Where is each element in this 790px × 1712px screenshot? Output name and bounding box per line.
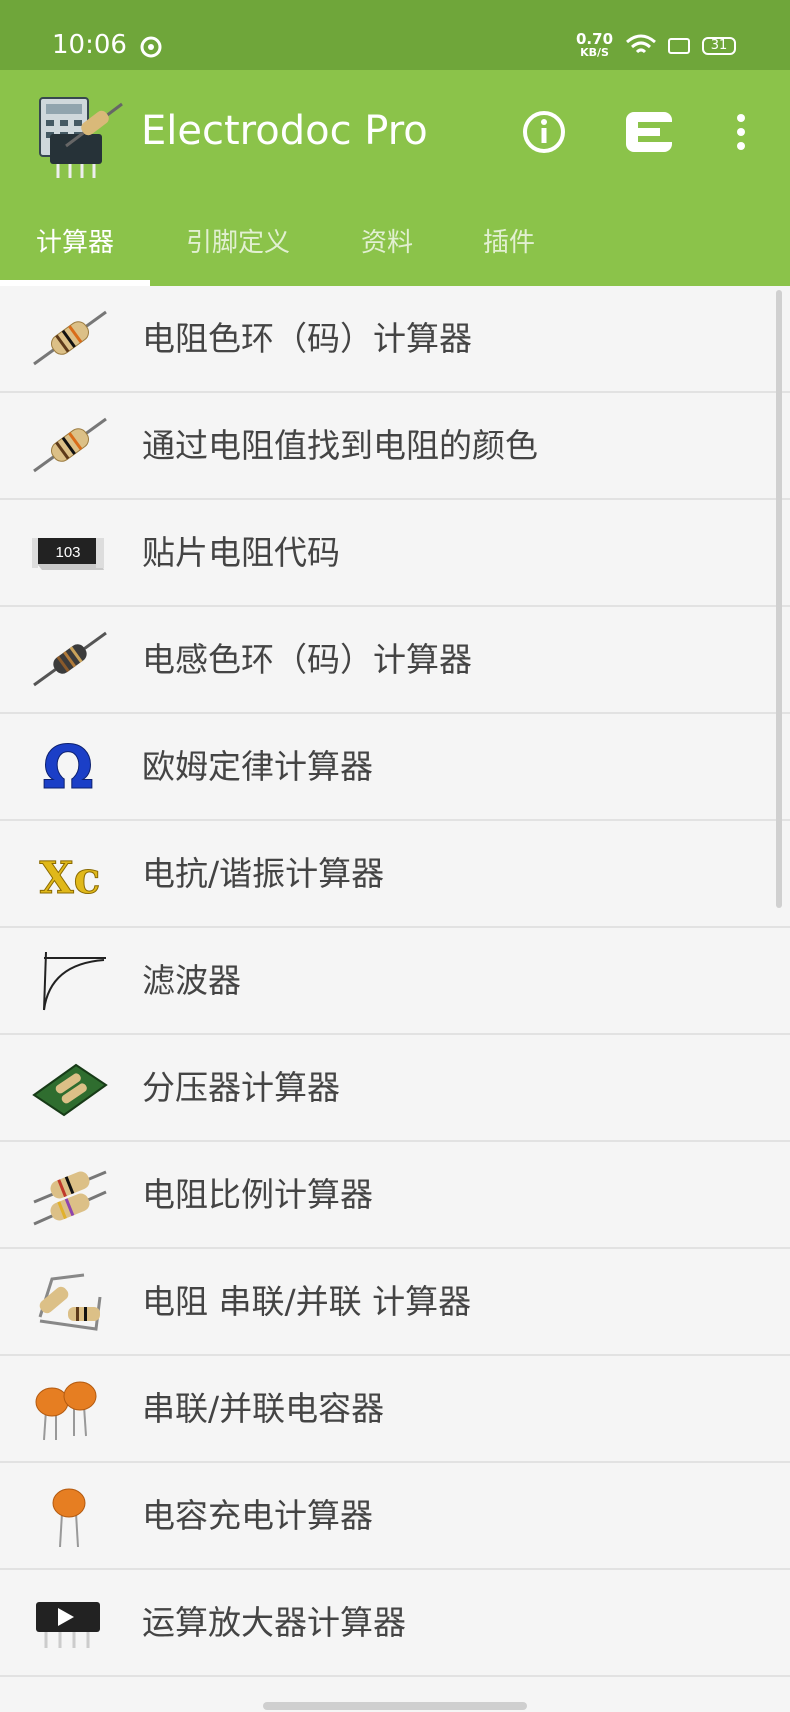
voltage-divider-board-icon	[32, 1063, 108, 1117]
app-title: Electrodoc Pro	[141, 108, 428, 154]
inductor-icon	[33, 631, 107, 687]
gesture-navigation-handle[interactable]	[263, 1702, 527, 1710]
app-bar: Electrodoc Pro 计算器 引脚定义 资料 插件	[0, 70, 790, 286]
list-item-label: 电阻比例计算器	[142, 1175, 373, 1214]
calculator-list: 电阻色环（码）计算器 通过电阻值找到电阻的颜色 103 贴片电阻代码 电感色环（…	[0, 286, 790, 1677]
info-button[interactable]	[520, 108, 568, 156]
tab-plugins[interactable]: 插件	[483, 222, 535, 259]
network-speed-value: 0.70	[576, 30, 614, 48]
resistor-network-icon	[38, 1273, 102, 1331]
ohm-symbol: Ω	[42, 734, 93, 798]
status-bar: 10:06 0.70 KB/S 31	[0, 0, 790, 70]
list-item-label: 贴片电阻代码	[142, 533, 340, 572]
tab-pinouts[interactable]: 引脚定义	[186, 222, 290, 259]
list-item-label: 通过电阻值找到电阻的颜色	[142, 426, 538, 465]
list-item-smd-resistor-code[interactable]: 103 贴片电阻代码	[0, 500, 790, 607]
resistor-icon	[33, 417, 107, 473]
list-item-resistor-series-parallel[interactable]: 电阻 串联/并联 计算器	[0, 1249, 790, 1356]
filter-curve-icon	[43, 951, 106, 1011]
signal-swirl-icon	[140, 36, 162, 58]
list-item-capacitor-series-parallel[interactable]: 串联/并联电容器	[0, 1356, 790, 1463]
network-speed-unit: KB/S	[580, 46, 609, 59]
list-item-capacitor-charge[interactable]: 电容充电计算器	[0, 1463, 790, 1570]
list-item-label: 串联/并联电容器	[142, 1389, 385, 1428]
list-item-inductor-color-code[interactable]: 电感色环（码）计算器	[0, 607, 790, 714]
wifi-icon	[626, 34, 656, 54]
list-item-label: 电感色环（码）计算器	[142, 640, 472, 679]
list-item-label: 运算放大器计算器	[142, 1603, 406, 1642]
list-item-reactance-resonance[interactable]: Xc 电抗/谐振计算器	[0, 821, 790, 928]
list-item-label: 欧姆定律计算器	[142, 747, 373, 786]
resistor-icon	[33, 310, 107, 366]
list-item-label: 分压器计算器	[142, 1068, 340, 1107]
list-item-filter[interactable]: 滤波器	[0, 928, 790, 1035]
list-item-resistor-value-to-color[interactable]: 通过电阻值找到电阻的颜色	[0, 393, 790, 500]
sim-card-icon	[668, 38, 690, 54]
list-item-resistor-color-code[interactable]: 电阻色环（码）计算器	[0, 286, 790, 393]
more-options-icon[interactable]	[725, 108, 757, 156]
capacitor-icon	[52, 1488, 86, 1547]
list-item-label: 滤波器	[142, 961, 241, 1000]
list-item-resistor-ratio[interactable]: 电阻比例计算器	[0, 1142, 790, 1249]
ohm-icon: Ω	[42, 734, 94, 798]
list-item-label: 电容充电计算器	[142, 1496, 373, 1535]
capacitor-pair-icon	[35, 1381, 97, 1440]
plugin-icon[interactable]	[624, 108, 676, 156]
tab-resources[interactable]: 资料	[361, 222, 413, 259]
app-logo-icon	[39, 97, 123, 178]
reactance-symbol: Xc	[40, 853, 101, 904]
tab-calculators[interactable]: 计算器	[36, 222, 114, 259]
scrollbar[interactable]	[776, 290, 782, 908]
status-time: 10:06	[52, 30, 127, 60]
battery-icon: 31	[702, 37, 736, 55]
network-speed: 0.70 KB/S	[576, 32, 613, 60]
list-item-label: 电阻 串联/并联 计算器	[142, 1282, 472, 1321]
smd-code-text: 103	[55, 544, 80, 561]
list-item-opamp[interactable]: 运算放大器计算器	[0, 1570, 790, 1677]
list-item-label: 电阻色环（码）计算器	[142, 319, 472, 358]
resistor-pair-icon	[33, 1170, 107, 1226]
smd-resistor-icon: 103	[32, 538, 104, 570]
opamp-chip-icon	[36, 1602, 100, 1648]
list-item-voltage-divider[interactable]: 分压器计算器	[0, 1035, 790, 1142]
list-item-ohms-law[interactable]: Ω 欧姆定律计算器	[0, 714, 790, 821]
reactance-icon: Xc	[39, 853, 101, 905]
list-item-label: 电抗/谐振计算器	[142, 854, 385, 893]
